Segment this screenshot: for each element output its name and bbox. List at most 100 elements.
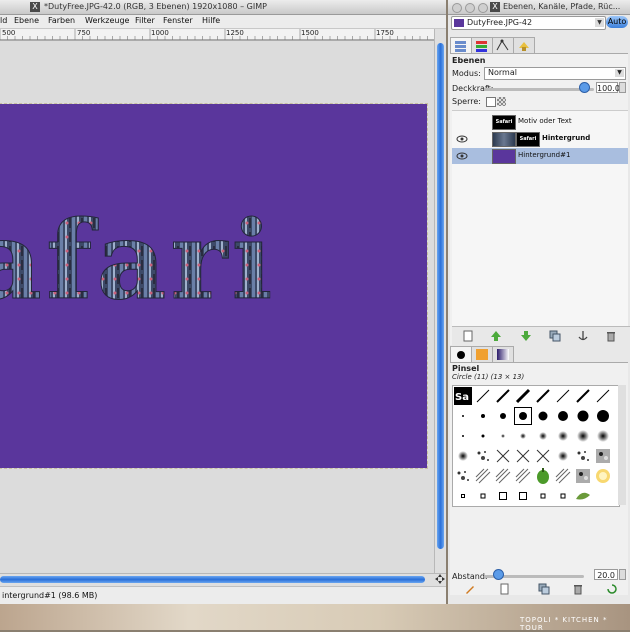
brush-item[interactable] <box>573 426 593 446</box>
brush-item[interactable] <box>493 426 513 446</box>
lock-alpha-icon[interactable] <box>497 97 506 106</box>
tab-channels[interactable] <box>471 37 493 53</box>
opacity-input[interactable]: 100.0 <box>596 82 620 93</box>
tab-brushes[interactable] <box>450 346 472 362</box>
scrollbar-thumb[interactable] <box>0 576 425 583</box>
opacity-spinner[interactable] <box>619 82 626 93</box>
brush-item[interactable] <box>493 386 513 406</box>
image-canvas[interactable]: afari <box>0 103 428 469</box>
brush-item[interactable] <box>493 486 513 506</box>
brush-grid[interactable]: Sa <box>452 385 620 507</box>
delete-brush-icon[interactable] <box>572 583 584 595</box>
mode-select[interactable]: Normal ▼ <box>484 67 626 80</box>
brush-item[interactable] <box>493 466 513 486</box>
brush-item[interactable] <box>593 426 613 446</box>
menu-ebene[interactable]: Ebene <box>14 16 39 25</box>
brush-item[interactable] <box>573 446 593 466</box>
brush-item[interactable] <box>553 446 573 466</box>
brush-item[interactable] <box>473 406 493 426</box>
menu-farben[interactable]: Farben <box>48 16 75 25</box>
tab-paths[interactable] <box>492 37 514 53</box>
duplicate-layer-icon[interactable] <box>549 330 561 342</box>
brush-item[interactable] <box>473 426 493 446</box>
eye-icon[interactable] <box>456 134 468 144</box>
delete-layer-icon[interactable] <box>605 330 617 342</box>
vertical-scrollbar[interactable] <box>434 29 446 573</box>
layer-row[interactable]: Safari Motiv oder Text <box>452 114 628 130</box>
minimize-icon[interactable] <box>465 3 475 13</box>
brush-item[interactable] <box>553 466 573 486</box>
brush-item[interactable]: Sa <box>453 386 473 406</box>
raise-layer-icon[interactable] <box>490 330 502 342</box>
brush-item[interactable] <box>513 386 533 406</box>
menu-filter[interactable]: Filter <box>135 16 155 25</box>
brush-item[interactable] <box>533 426 553 446</box>
brush-item[interactable] <box>533 386 553 406</box>
chain-toggle[interactable] <box>474 151 486 161</box>
layer-row-selected[interactable]: Hintergrund#1 <box>452 148 628 164</box>
zoom-icon[interactable] <box>478 3 488 13</box>
navigate-icon[interactable] <box>434 573 446 585</box>
brush-item[interactable] <box>453 466 473 486</box>
duplicate-brush-icon[interactable] <box>538 583 550 595</box>
anchor-layer-icon[interactable] <box>577 330 589 342</box>
brush-item[interactable] <box>593 446 613 466</box>
tab-patterns[interactable] <box>471 346 493 362</box>
brush-item[interactable] <box>513 426 533 446</box>
scrollbar-thumb[interactable] <box>437 43 444 549</box>
dock-titlebar[interactable]: X Ebenen, Kanäle, Pfade, Rüc... <box>448 0 630 15</box>
brush-item[interactable] <box>453 486 473 506</box>
auto-button[interactable]: Auto <box>606 16 628 28</box>
brush-item[interactable] <box>453 406 473 426</box>
brush-scrollbar[interactable] <box>618 385 626 505</box>
brush-item[interactable] <box>473 486 493 506</box>
tab-layers[interactable] <box>450 37 472 53</box>
brush-item[interactable] <box>473 386 493 406</box>
brush-item[interactable] <box>473 466 493 486</box>
brush-item[interactable] <box>593 486 613 506</box>
brush-item[interactable] <box>513 486 533 506</box>
brush-item[interactable] <box>593 406 613 426</box>
brush-item[interactable] <box>553 426 573 446</box>
spacing-spinner[interactable] <box>619 569 626 580</box>
brush-item[interactable] <box>573 466 593 486</box>
eye-icon[interactable] <box>456 151 468 161</box>
brush-item[interactable] <box>513 446 533 466</box>
menu-bild[interactable]: ld <box>0 16 7 25</box>
brush-item[interactable] <box>573 406 593 426</box>
close-icon[interactable] <box>452 3 462 13</box>
tab-undo[interactable] <box>513 37 535 53</box>
layer-row[interactable]: Safari Hintergrund <box>452 131 628 147</box>
brush-item[interactable] <box>453 426 473 446</box>
brush-item[interactable] <box>553 386 573 406</box>
horizontal-scrollbar[interactable] <box>0 573 446 586</box>
brush-item[interactable] <box>593 466 613 486</box>
brush-item[interactable] <box>533 446 553 466</box>
menu-werkzeuge[interactable]: Werkzeuge <box>85 16 129 25</box>
brush-item[interactable] <box>493 446 513 466</box>
edit-brush-icon[interactable] <box>464 583 476 595</box>
brush-item[interactable] <box>533 406 553 426</box>
spacing-input[interactable]: 20.0 <box>594 569 618 580</box>
opacity-slider[interactable] <box>484 88 594 91</box>
opacity-slider-knob[interactable] <box>579 82 590 93</box>
spacing-slider-knob[interactable] <box>493 569 504 580</box>
brush-item[interactable] <box>573 386 593 406</box>
refresh-brushes-icon[interactable] <box>606 583 618 595</box>
chain-toggle[interactable] <box>474 117 486 127</box>
brush-item[interactable] <box>593 386 613 406</box>
brush-item[interactable] <box>493 406 513 426</box>
brush-item[interactable] <box>553 486 573 506</box>
brush-item[interactable] <box>513 406 533 426</box>
window-titlebar[interactable]: X *DutyFree.JPG-42.0 (RGB, 3 Ebenen) 192… <box>0 0 446 15</box>
visibility-toggle[interactable] <box>456 117 468 127</box>
tab-gradients[interactable] <box>492 346 514 362</box>
new-brush-icon[interactable] <box>498 583 510 595</box>
brush-item[interactable] <box>533 466 553 486</box>
image-select[interactable]: DutyFree.JPG-42 ▼ <box>451 16 606 30</box>
brush-item[interactable] <box>553 406 573 426</box>
brush-item[interactable] <box>533 486 553 506</box>
brush-item[interactable] <box>573 486 593 506</box>
brush-item[interactable] <box>453 446 473 466</box>
new-layer-icon[interactable] <box>462 330 474 342</box>
